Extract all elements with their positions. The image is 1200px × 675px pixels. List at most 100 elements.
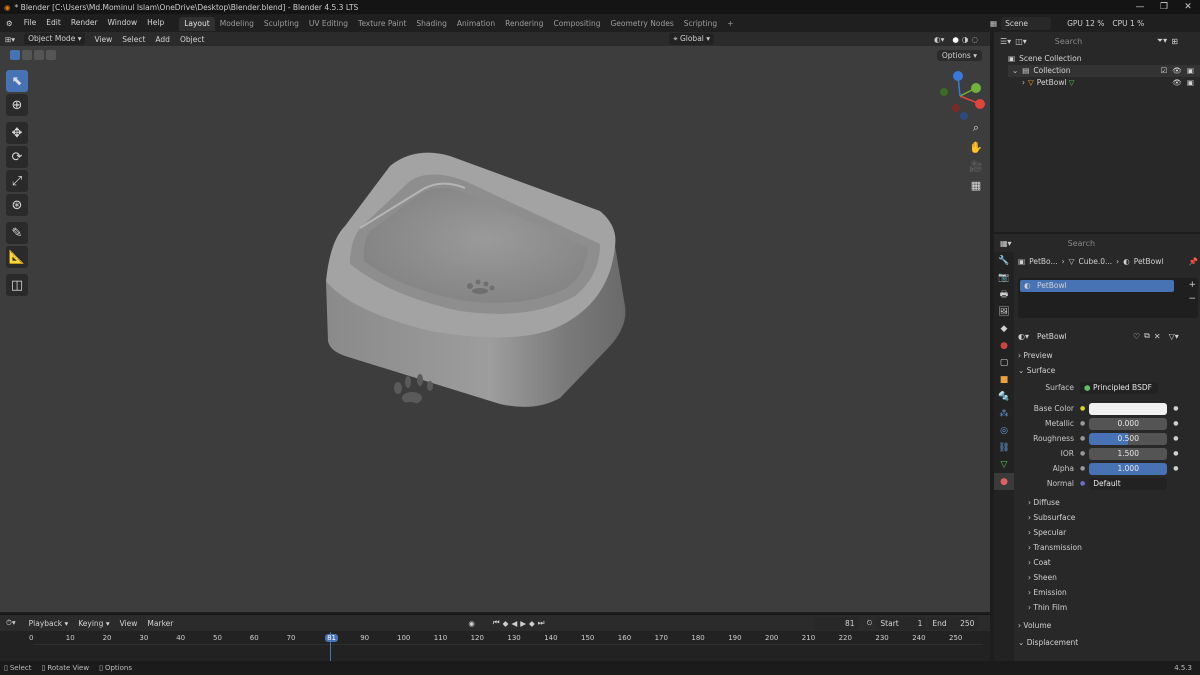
overlay-icon[interactable]: ◐▾ bbox=[934, 35, 944, 44]
camera-view-icon[interactable]: 🎥 bbox=[968, 158, 984, 174]
menu-edit[interactable]: Edit bbox=[41, 14, 66, 32]
material-link-icon[interactable]: ▽▾ bbox=[1169, 332, 1179, 341]
filter-icon[interactable]: ⏷▾ bbox=[1157, 36, 1167, 46]
material-name-field[interactable]: PetBowl bbox=[1033, 329, 1129, 343]
tab-scripting[interactable]: Scripting bbox=[679, 17, 722, 31]
collection-tab-icon[interactable]: ▢ bbox=[994, 354, 1014, 371]
neg-y-handle[interactable] bbox=[940, 88, 948, 96]
keyframe-dot-icon[interactable]: ● bbox=[1173, 450, 1178, 457]
section-displacement[interactable]: ⌄ Displacement bbox=[1018, 635, 1198, 650]
view-menu[interactable]: View bbox=[89, 35, 117, 44]
physics-tab-icon[interactable]: ◎ bbox=[994, 422, 1014, 439]
render-camera-icon[interactable]: ▣ bbox=[1187, 65, 1194, 77]
new-collection-icon[interactable]: ⊞ bbox=[1171, 37, 1178, 46]
scene-tab-icon[interactable]: ◆ bbox=[994, 320, 1014, 337]
section-surface[interactable]: ⌄ Surface bbox=[1018, 363, 1198, 378]
menu-render[interactable]: Render bbox=[66, 14, 103, 32]
alpha-slider[interactable]: 1.000 bbox=[1089, 462, 1168, 475]
subsection-thin-film[interactable]: › Thin Film bbox=[1018, 600, 1198, 615]
material-tab-icon[interactable]: ● bbox=[994, 473, 1014, 490]
navigation-gizmo[interactable] bbox=[932, 66, 990, 126]
keyframe-dot-icon[interactable]: ● bbox=[1173, 420, 1178, 427]
solid-shading-icon[interactable]: ● bbox=[952, 35, 959, 44]
minimize-icon[interactable]: — bbox=[1128, 0, 1152, 14]
neg-x-handle[interactable] bbox=[952, 104, 960, 112]
exclude-checkbox-icon[interactable]: ☑ bbox=[1161, 65, 1168, 77]
pet-bowl-model[interactable] bbox=[290, 146, 640, 416]
outliner-row-collection[interactable]: ⌄ ▤ Collection ☑ 👁 ▣ bbox=[1008, 65, 1200, 77]
tab-texture-paint[interactable]: Texture Paint bbox=[353, 17, 411, 31]
section-volume[interactable]: › Volume bbox=[1018, 618, 1198, 633]
subsection-sheen[interactable]: › Sheen bbox=[1018, 570, 1198, 585]
menu-file[interactable]: File bbox=[19, 14, 42, 32]
unlink-material-icon[interactable]: ✕ bbox=[1154, 332, 1161, 341]
cursor-tool-icon[interactable]: ⊕ bbox=[6, 94, 28, 116]
particles-tab-icon[interactable]: ⁂ bbox=[994, 405, 1014, 422]
options-button[interactable]: Options ▾ bbox=[936, 50, 982, 61]
tab-compositing[interactable]: Compositing bbox=[548, 17, 605, 31]
mode-dropdown[interactable]: Object Mode ▾ bbox=[24, 33, 86, 45]
subsection-transmission[interactable]: › Transmission bbox=[1018, 540, 1198, 555]
subsection-coat[interactable]: › Coat bbox=[1018, 555, 1198, 570]
editor-type-icon[interactable]: ⊞▾ bbox=[0, 35, 20, 44]
scale-tool-icon[interactable]: ⤢ bbox=[6, 170, 28, 192]
add-menu[interactable]: Add bbox=[150, 35, 175, 44]
tab-animation[interactable]: Animation bbox=[452, 17, 500, 31]
properties-search-input[interactable]: Search bbox=[1063, 236, 1136, 250]
menu-help[interactable]: Help bbox=[142, 14, 169, 32]
perspective-grid-icon[interactable]: ▦ bbox=[968, 177, 984, 193]
pan-hand-icon[interactable]: ✋ bbox=[968, 139, 984, 155]
tab-layout[interactable]: Layout bbox=[179, 16, 215, 31]
rotate-tool-icon[interactable]: ⟳ bbox=[6, 146, 28, 168]
surface-shader-field[interactable]: ● Principled BSDF bbox=[1080, 381, 1158, 394]
keyframe-dot-icon[interactable]: ● bbox=[1173, 405, 1178, 412]
blender-menu-icon[interactable]: ⚙ bbox=[0, 19, 19, 28]
base-color-swatch[interactable] bbox=[1089, 402, 1168, 415]
keyframe-dot-icon[interactable]: ● bbox=[1173, 435, 1178, 442]
keyframe-dot-icon[interactable]: ● bbox=[1173, 465, 1178, 472]
zoom-icon[interactable]: ⌕ bbox=[968, 120, 984, 136]
expand-chevron-icon[interactable]: ⌄ bbox=[1012, 65, 1018, 77]
view-layer-tab-icon[interactable]: 🖼 bbox=[994, 303, 1014, 320]
data-tab-icon[interactable]: ▽ bbox=[994, 456, 1014, 473]
x-axis-handle[interactable] bbox=[975, 99, 985, 109]
tab-shading[interactable]: Shading bbox=[411, 17, 451, 31]
outliner-row-petbowl[interactable]: › ▽ PetBowl ▽ 👁 ▣ bbox=[1008, 77, 1200, 89]
display-mode-icon[interactable]: ◫▾ bbox=[1015, 37, 1027, 46]
frame-ruler[interactable]: 0 10 20 30 40 50 60 70 81 90 100 110 120 130 140 150 160… bbox=[0, 615, 990, 662]
close-icon[interactable]: ✕ bbox=[1176, 0, 1200, 14]
select-intersect-icon[interactable] bbox=[46, 50, 56, 60]
material-slot-list[interactable]: ◐ PetBowl + − bbox=[1018, 278, 1198, 318]
tab-sculpting[interactable]: Sculpting bbox=[259, 17, 304, 31]
visibility-eye-icon[interactable]: 👁 bbox=[1172, 77, 1182, 89]
render-tab-icon[interactable]: 📷 bbox=[994, 269, 1014, 286]
tool-tab-icon[interactable]: 🔧 bbox=[994, 252, 1014, 269]
object-tab-icon[interactable]: ■ bbox=[994, 371, 1014, 388]
object-menu[interactable]: Object bbox=[175, 35, 209, 44]
tab-modeling[interactable]: Modeling bbox=[215, 17, 259, 31]
select-new-icon[interactable] bbox=[10, 50, 20, 60]
material-slot-item[interactable]: ◐ PetBowl bbox=[1020, 280, 1174, 292]
normal-field[interactable]: Default bbox=[1089, 477, 1168, 490]
subsection-emission[interactable]: › Emission bbox=[1018, 585, 1198, 600]
output-tab-icon[interactable]: 🖶 bbox=[994, 286, 1014, 303]
3d-viewport[interactable]: Options ▾ ⬉ ⊕ ✥ ⟳ ⤢ ⊛ ✎ 📐 ◫ ⌕ ✋ 🎥 ▦ bbox=[0, 46, 990, 612]
pin-icon[interactable]: 📌 bbox=[1189, 257, 1198, 266]
material-browse-icon[interactable]: ◐▾ bbox=[1018, 332, 1029, 341]
scene-field[interactable]: Scene bbox=[1001, 16, 1052, 30]
select-menu[interactable]: Select bbox=[117, 35, 150, 44]
fake-user-icon[interactable]: ♡ bbox=[1133, 332, 1140, 341]
z-axis-handle[interactable] bbox=[953, 71, 963, 81]
tab-uv-editing[interactable]: UV Editing bbox=[304, 17, 353, 31]
subsection-specular[interactable]: › Specular bbox=[1018, 525, 1198, 540]
add-cube-tool-icon[interactable]: ◫ bbox=[6, 274, 28, 296]
constraints-tab-icon[interactable]: ⛓ bbox=[994, 439, 1014, 456]
move-tool-icon[interactable]: ✥ bbox=[6, 122, 28, 144]
render-camera-icon[interactable]: ▣ bbox=[1187, 77, 1194, 89]
add-workspace-icon[interactable]: + bbox=[722, 17, 738, 31]
tab-geometry-nodes[interactable]: Geometry Nodes bbox=[605, 17, 678, 31]
add-slot-icon[interactable]: + bbox=[1188, 280, 1196, 290]
duplicate-material-icon[interactable]: ⧉ bbox=[1144, 331, 1150, 341]
maximize-icon[interactable]: ❐ bbox=[1152, 0, 1176, 14]
subsection-diffuse[interactable]: › Diffuse bbox=[1018, 495, 1198, 510]
